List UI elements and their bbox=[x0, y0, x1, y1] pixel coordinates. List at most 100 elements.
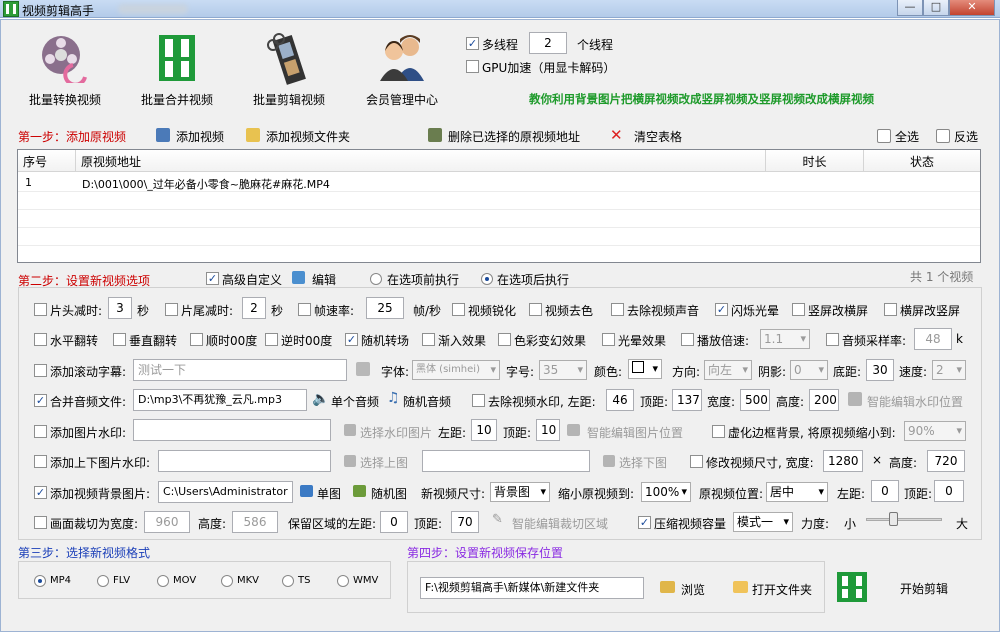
shrink-select[interactable]: 100% bbox=[641, 482, 691, 502]
rotate-ccw-checkbox[interactable] bbox=[265, 333, 278, 346]
format-mov-radio[interactable] bbox=[157, 575, 169, 587]
format-ts-radio[interactable] bbox=[282, 575, 294, 587]
sample-rate-input[interactable]: 48 bbox=[914, 328, 952, 350]
video-table[interactable]: 序号 原视频地址 时长 状态 1 D:\001\000\_过年必备小零食~脆麻花… bbox=[17, 149, 981, 263]
decolor-checkbox[interactable] bbox=[529, 303, 542, 316]
before-radio[interactable] bbox=[370, 273, 382, 285]
promo-link[interactable]: 教你利用背景图片把横屏视频改成竖屏视频及竖屏视频改成横屏视频 bbox=[529, 91, 874, 107]
fps-input[interactable]: 25 bbox=[366, 297, 404, 319]
speed2-select[interactable]: 2 bbox=[932, 360, 966, 380]
smart-crop-button[interactable]: 智能编辑裁切区域 bbox=[512, 515, 608, 532]
batch-edit-button[interactable]: 批量剪辑视频 bbox=[244, 33, 334, 107]
add-video-button[interactable]: 添加视频 bbox=[176, 128, 224, 145]
blur-background-checkbox[interactable] bbox=[712, 425, 725, 438]
color-picker[interactable] bbox=[628, 359, 662, 379]
crop-height-input[interactable]: 586 bbox=[232, 511, 278, 533]
column-header-duration[interactable]: 时长 bbox=[766, 150, 864, 172]
color-effect-checkbox[interactable] bbox=[498, 333, 511, 346]
format-flv-radio[interactable] bbox=[97, 575, 109, 587]
shadow-select[interactable]: 0 bbox=[790, 360, 828, 380]
minimize-button[interactable]: — bbox=[897, 0, 923, 16]
bg-left-input[interactable]: 0 bbox=[871, 480, 899, 502]
save-path-input[interactable]: F:\视频剪辑高手\新媒体\新建文件夹 bbox=[420, 577, 644, 599]
edit-button[interactable]: 编辑 bbox=[312, 271, 336, 288]
table-row[interactable]: 1 D:\001\000\_过年必备小零食~脆麻花#麻花.MP4 bbox=[18, 174, 980, 192]
compress-checkbox[interactable]: ✓ bbox=[638, 516, 651, 529]
resize-checkbox[interactable] bbox=[690, 455, 703, 468]
random-transition-checkbox[interactable]: ✓ bbox=[345, 333, 358, 346]
font-select[interactable]: 黑体 (simhei) bbox=[412, 360, 500, 380]
choose-upper-button[interactable]: 选择上图 bbox=[360, 454, 408, 471]
bg-image-checkbox[interactable]: ✓ bbox=[34, 486, 47, 499]
choose-lower-button[interactable]: 选择下图 bbox=[619, 454, 667, 471]
sample-rate-checkbox[interactable] bbox=[826, 333, 839, 346]
browse-button[interactable]: 浏览 bbox=[681, 581, 705, 598]
head-cut-checkbox[interactable] bbox=[34, 303, 47, 316]
upper-image-input[interactable] bbox=[158, 450, 331, 472]
choose-watermark-button[interactable]: 选择水印图片 bbox=[360, 424, 432, 441]
smart-wm-button[interactable]: 智能编辑水印位置 bbox=[867, 393, 963, 410]
h2v-checkbox[interactable] bbox=[792, 303, 805, 316]
flash-checkbox[interactable]: ✓ bbox=[715, 303, 728, 316]
force-slider-thumb[interactable] bbox=[889, 512, 898, 526]
iwm-left-input[interactable]: 10 bbox=[471, 419, 497, 441]
sharpen-checkbox[interactable] bbox=[452, 303, 465, 316]
mute-checkbox[interactable] bbox=[611, 303, 624, 316]
image-watermark-input[interactable] bbox=[133, 419, 331, 441]
hflip-checkbox[interactable] bbox=[34, 333, 47, 346]
smart-image-button[interactable]: 智能编辑图片位置 bbox=[587, 424, 683, 441]
member-center-button[interactable]: 会员管理中心 bbox=[356, 33, 448, 107]
maximize-button[interactable]: □ bbox=[923, 0, 949, 16]
image-watermark-checkbox[interactable] bbox=[34, 425, 47, 438]
merge-audio-checkbox[interactable]: ✓ bbox=[34, 394, 47, 407]
audio-path-input[interactable]: D:\mp3\不再犹豫_云凡.mp3 bbox=[133, 389, 307, 411]
start-edit-icon[interactable] bbox=[836, 571, 868, 603]
keep-top-input[interactable]: 70 bbox=[451, 511, 479, 533]
single-image-button[interactable]: 单图 bbox=[317, 485, 341, 502]
blur-scale-select[interactable]: 90% bbox=[904, 421, 966, 441]
lower-image-input[interactable] bbox=[422, 450, 590, 472]
bg-top-input[interactable]: 0 bbox=[934, 480, 964, 502]
head-cut-input[interactable]: 3 bbox=[108, 297, 132, 319]
rotate-cw-checkbox[interactable] bbox=[190, 333, 203, 346]
wm-left-input[interactable]: 46 bbox=[606, 389, 634, 411]
thread-count-input[interactable]: 2 bbox=[529, 32, 567, 54]
size-select[interactable]: 35 bbox=[539, 360, 587, 380]
vflip-checkbox[interactable] bbox=[113, 333, 126, 346]
close-button[interactable]: ✕ bbox=[949, 0, 995, 16]
open-folder-button[interactable]: 打开文件夹 bbox=[752, 581, 812, 598]
remove-watermark-checkbox[interactable] bbox=[472, 394, 485, 407]
top-bottom-image-checkbox[interactable] bbox=[34, 455, 47, 468]
after-radio[interactable] bbox=[481, 273, 493, 285]
halo-checkbox[interactable] bbox=[602, 333, 615, 346]
format-mkv-radio[interactable] bbox=[221, 575, 233, 587]
fps-checkbox[interactable] bbox=[298, 303, 311, 316]
compress-mode-select[interactable]: 模式一 bbox=[733, 512, 793, 532]
keep-left-input[interactable]: 0 bbox=[380, 511, 408, 533]
speed-checkbox[interactable] bbox=[681, 333, 694, 346]
random-audio-button[interactable]: 随机音频 bbox=[403, 393, 451, 410]
start-edit-button[interactable]: 开始剪辑 bbox=[900, 580, 948, 597]
select-all-button[interactable]: 全选 bbox=[895, 128, 919, 145]
new-size-select[interactable]: 背景图 bbox=[490, 482, 550, 502]
v2h-checkbox[interactable] bbox=[884, 303, 897, 316]
add-folder-button[interactable]: 添加视频文件夹 bbox=[266, 128, 350, 145]
scroll-text-input[interactable]: 测试一下 bbox=[133, 359, 347, 381]
single-audio-button[interactable]: 单个音频 bbox=[331, 393, 379, 410]
wm-top-input[interactable]: 137 bbox=[672, 389, 702, 411]
tail-cut-checkbox[interactable] bbox=[165, 303, 178, 316]
wm-height-input[interactable]: 200 bbox=[809, 389, 839, 411]
direction-select[interactable]: 向左 bbox=[704, 360, 752, 380]
crop-checkbox[interactable] bbox=[34, 516, 47, 529]
gpu-checkbox[interactable] bbox=[466, 60, 479, 73]
column-header-index[interactable]: 序号 bbox=[18, 150, 76, 172]
bottom-input[interactable]: 30 bbox=[866, 359, 894, 381]
wm-width-input[interactable]: 500 bbox=[740, 389, 770, 411]
batch-merge-button[interactable]: 批量合并视频 bbox=[132, 33, 222, 107]
bg-image-path-input[interactable]: C:\Users\Administrator bbox=[158, 481, 293, 503]
multithread-checkbox[interactable]: ✓ bbox=[466, 37, 479, 50]
format-wmv-radio[interactable] bbox=[337, 575, 349, 587]
advanced-checkbox[interactable]: ✓ bbox=[206, 272, 219, 285]
batch-convert-button[interactable]: 批量转换视频 bbox=[20, 33, 110, 107]
speed-select[interactable]: 1.1 bbox=[760, 329, 810, 349]
